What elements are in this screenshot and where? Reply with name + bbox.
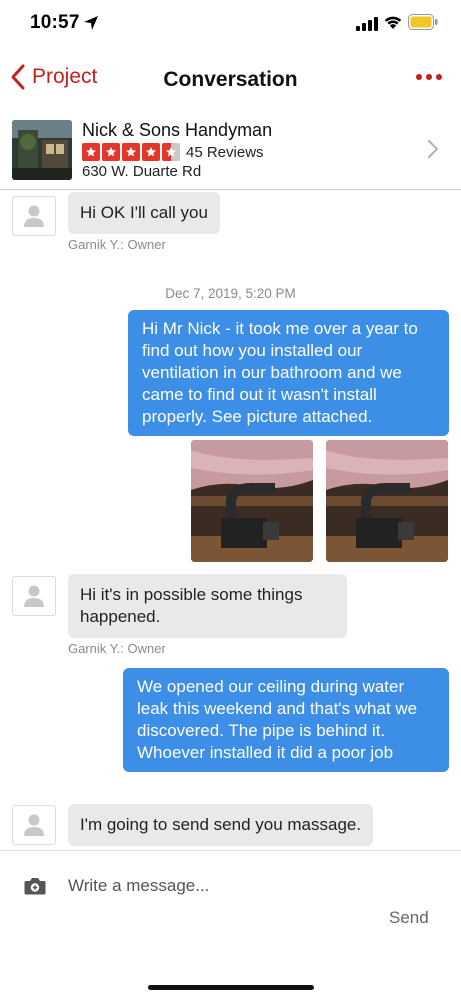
status-bar: 10:57: [0, 0, 461, 48]
star-icon: [82, 143, 100, 161]
user-placeholder-icon: [24, 814, 44, 836]
wifi-icon: [384, 16, 402, 29]
send-button[interactable]: Send: [389, 908, 429, 928]
message-composer: Send: [0, 850, 461, 1000]
home-indicator: [148, 985, 314, 990]
avatar: [12, 196, 56, 236]
star-icon: [102, 143, 120, 161]
half-star-icon: [162, 143, 180, 161]
cellular-signal-icon: [356, 17, 378, 31]
outgoing-message: Hi Mr Nick - it took me over a year to f…: [128, 310, 449, 436]
business-thumbnail: [12, 120, 72, 180]
location-arrow-icon: [84, 16, 98, 30]
back-button[interactable]: Project: [10, 64, 97, 90]
status-time: 10:57: [30, 12, 80, 33]
incoming-message: I'm going to send send you massage.: [68, 804, 374, 846]
business-address: 630 W. Duarte Rd: [82, 163, 202, 180]
message-input[interactable]: [68, 871, 368, 901]
sender-label: Garnik Y.: Owner: [68, 641, 166, 656]
battery-icon: [408, 14, 438, 30]
user-placeholder-icon: [24, 585, 44, 607]
camera-icon[interactable]: [24, 876, 46, 896]
more-options-icon[interactable]: [415, 72, 443, 82]
user-placeholder-icon: [24, 205, 44, 227]
nav-bar: Project Conversation: [0, 54, 461, 108]
avatar: [12, 576, 56, 616]
avatar: [12, 805, 56, 845]
star-rating: [82, 143, 182, 161]
chevron-left-icon: [11, 64, 25, 90]
chevron-right-icon: [427, 139, 439, 159]
review-count: 45 Reviews: [186, 144, 264, 161]
incoming-message: Hi OK I'll call you: [68, 192, 220, 234]
back-button-label: Project: [32, 65, 98, 88]
incoming-message: Hi it's in possible some things happened…: [68, 574, 347, 638]
star-icon: [122, 143, 140, 161]
outgoing-message: We opened our ceiling during water leak …: [123, 668, 449, 772]
star-icon: [142, 143, 160, 161]
attached-photo[interactable]: [191, 440, 313, 562]
business-name: Nick & Sons Handyman: [82, 120, 273, 140]
business-header[interactable]: Nick & Sons Handyman 45 Reviews 630 W. D…: [0, 108, 461, 190]
attached-photo[interactable]: [326, 440, 448, 562]
sender-label: Garnik Y.: Owner: [68, 237, 166, 252]
message-timestamp: Dec 7, 2019, 5:20 PM: [165, 286, 296, 301]
